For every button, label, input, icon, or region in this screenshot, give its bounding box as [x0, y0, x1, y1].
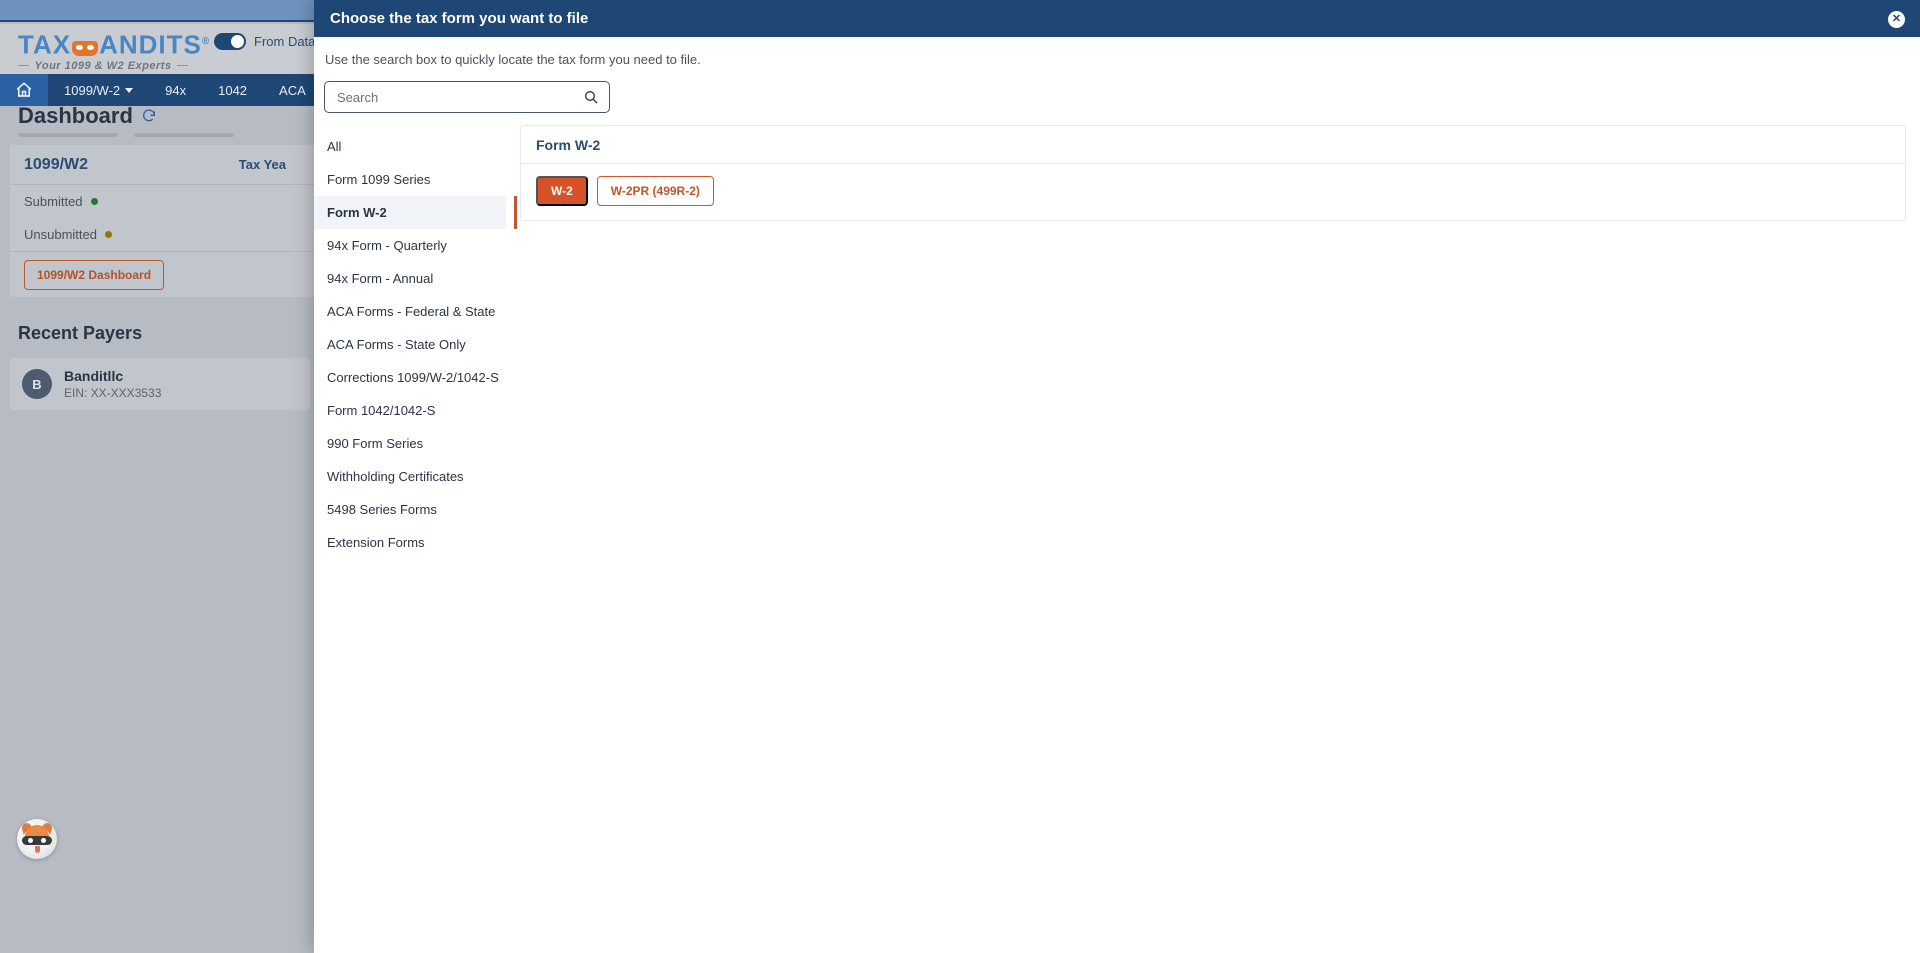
logo-tagline: Your 1099 & W2 Experts [18, 59, 189, 72]
search-box[interactable] [324, 81, 610, 113]
category-label: Form 1099 Series [327, 172, 431, 187]
nav-item-1042[interactable]: 1042 [202, 83, 263, 98]
recent-payers-heading: Recent Payers [18, 323, 143, 343]
nav-item-aca[interactable]: ACA [263, 83, 322, 98]
category-item-corrections[interactable]: Corrections 1099/W-2/1042-S [314, 361, 506, 394]
category-item-form-1042[interactable]: Form 1042/1042-S [314, 394, 506, 427]
form-chip-w-2pr[interactable]: W-2PR (499R-2) [596, 176, 714, 206]
category-label: 94x Form - Annual [327, 271, 434, 286]
tagline-rule-right [176, 65, 189, 67]
page-title: Dashboard [18, 103, 157, 129]
bandit-mask-icon [72, 40, 99, 56]
category-label: Corrections 1099/W-2/1042-S [327, 370, 499, 385]
dashboard-1099-w2-button[interactable]: 1099/W2 Dashboard [24, 259, 165, 290]
category-item-5498-series-forms[interactable]: 5498 Series Forms [314, 493, 506, 526]
nav-label-1099-w2: 1099/W-2 [64, 82, 121, 98]
category-label: ACA Forms - Federal & State [327, 304, 496, 319]
category-label: All [327, 139, 342, 154]
logo-wordmark: TAX ANDITS® [18, 28, 209, 60]
chevron-down-icon [125, 87, 134, 93]
payer-avatar: B [22, 369, 52, 399]
logo-text-tax: TAX [18, 29, 72, 60]
tagline-text: Your 1099 & W2 Experts [34, 59, 172, 72]
nav-label-94x: 94x [165, 82, 187, 98]
category-label: 5498 Series Forms [327, 502, 437, 517]
category-item-all[interactable]: All [314, 130, 506, 163]
nav-label-1042: 1042 [218, 82, 248, 98]
breadcrumb-skeleton [18, 133, 234, 137]
home-icon [16, 82, 32, 97]
refresh-icon[interactable] [141, 108, 157, 124]
category-label: ACA Forms - State Only [327, 337, 466, 352]
page-title-text: Dashboard [18, 103, 133, 128]
payer-ein: EIN: XX-XXX3533 [64, 386, 162, 400]
category-label: Form 1042/1042-S [327, 403, 436, 418]
taxbandits-logo[interactable]: TAX ANDITS® Your 1099 & W2 Experts [18, 28, 209, 74]
category-label: Withholding Certificates [327, 469, 464, 484]
category-label: Extension Forms [327, 535, 425, 550]
category-item-94x-annual[interactable]: 94x Form - Annual [314, 262, 506, 295]
payer-name: Banditllc [64, 368, 124, 384]
category-item-aca-federal-state[interactable]: ACA Forms - Federal & State [314, 295, 506, 328]
nav-item-94x[interactable]: 94x [149, 83, 202, 98]
search-input[interactable] [335, 88, 583, 106]
card-1099-tax-year: Tax Yea [238, 157, 286, 172]
logo-text-andits: ANDITS [99, 29, 202, 60]
category-item-form-1099-series[interactable]: Form 1099 Series [314, 163, 506, 196]
skeleton-bar-2 [134, 133, 234, 137]
datav-toggle-label: From Datav [254, 34, 322, 49]
modal-header: Choose the tax form you want to file ✕ [314, 0, 1920, 37]
form-results-panel: Form W-2 W-2 W-2PR (499R-2) [520, 125, 1906, 221]
payer-list-item[interactable]: B Banditllc EIN: XX-XXX3533 [10, 358, 310, 410]
category-label: Form W-2 [327, 205, 387, 220]
form-results-body: W-2 W-2PR (499R-2) [521, 164, 1905, 220]
modal-title: Choose the tax form you want to file [330, 10, 589, 27]
category-item-990-form-series[interactable]: 990 Form Series [314, 427, 506, 460]
datav-toggle-group[interactable]: From Datav [214, 33, 322, 50]
category-item-extension-forms[interactable]: Extension Forms [314, 526, 506, 559]
form-chip-w-2[interactable]: W-2 [536, 176, 588, 206]
chat-mascot-avatar[interactable] [17, 819, 57, 859]
nav-home-button[interactable] [0, 74, 48, 106]
datav-toggle-switch[interactable] [214, 33, 246, 50]
submitted-label: Submitted [24, 194, 83, 209]
card-1099-title: 1099/W2 [24, 155, 89, 173]
close-icon[interactable]: ✕ [1888, 11, 1905, 28]
form-results-heading: Form W-2 [521, 126, 1905, 164]
category-item-withholding-certificates[interactable]: Withholding Certificates [314, 460, 506, 493]
choose-tax-form-modal: Choose the tax form you want to file ✕ U… [314, 0, 1920, 953]
category-label: 990 Form Series [327, 436, 424, 451]
tagline-rule-left [18, 65, 30, 67]
search-icon[interactable] [583, 89, 599, 105]
category-item-94x-quarterly[interactable]: 94x Form - Quarterly [314, 229, 506, 262]
modal-body: All Form 1099 Series Form W-2 94x Form -… [314, 125, 1920, 559]
modal-subtitle: Use the search box to quickly locate the… [325, 52, 701, 67]
category-label: 94x Form - Quarterly [327, 238, 447, 253]
skeleton-bar-1 [18, 133, 118, 137]
mascot-bandit-mask [22, 836, 52, 845]
panel-gap [506, 125, 520, 559]
category-item-form-w-2[interactable]: Form W-2 [314, 196, 517, 229]
unsubmitted-label: Unsubmitted [24, 227, 97, 242]
nav-label-aca: ACA [279, 82, 306, 98]
mascot-tongue [35, 846, 40, 853]
nav-item-1099-w2[interactable]: 1099/W-2 [48, 83, 149, 98]
registered-mark: ® [201, 36, 211, 47]
submitted-status-dot [90, 198, 98, 205]
form-category-list: All Form 1099 Series Form W-2 94x Form -… [314, 125, 517, 559]
unsubmitted-status-dot [104, 231, 112, 238]
category-item-aca-state-only[interactable]: ACA Forms - State Only [314, 328, 506, 361]
